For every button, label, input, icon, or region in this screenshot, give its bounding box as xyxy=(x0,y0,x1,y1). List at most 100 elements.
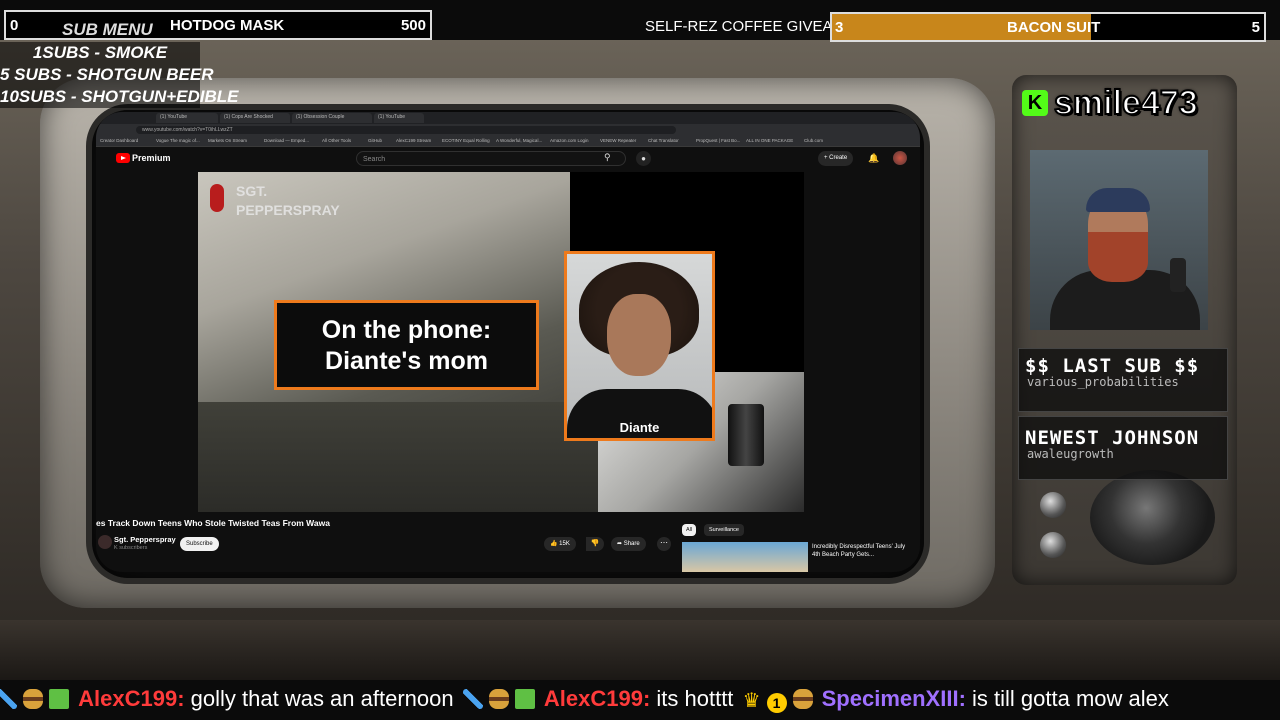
dislike-icon[interactable]: 👎 xyxy=(586,537,604,551)
goal-label: HOTDOG MASK xyxy=(170,17,285,34)
burger-emote xyxy=(488,689,509,709)
youtube-header: Premium Search ⚲ ● + Create 🔔 xyxy=(96,147,920,171)
goal-target: 500 xyxy=(400,17,426,34)
browser-window: (1) YouTube (1) Cops Are Shocked (1) Obs… xyxy=(96,112,920,572)
tv-small-knob xyxy=(1040,492,1066,518)
url-field[interactable]: www.youtube.com/watch?v=T0ihLLwzZT xyxy=(136,126,676,134)
crown-icon: ♛ xyxy=(742,690,761,712)
browser-tab-bar: (1) YouTube (1) Cops Are Shocked (1) Obs… xyxy=(96,112,920,124)
browser-address-bar: www.youtube.com/watch?v=T0ihLLwzZT xyxy=(96,124,920,136)
search-input[interactable]: Search xyxy=(356,151,626,166)
mugshot-name: Diante xyxy=(619,420,660,435)
gift-emote xyxy=(49,689,69,709)
webcam-person-hat xyxy=(1086,188,1150,212)
like-icon: 👍 xyxy=(550,541,558,547)
video-caption-box: On the phone: Diante's mom xyxy=(274,300,539,390)
bell-icon[interactable]: 🔔 xyxy=(868,153,879,164)
goal-current: 3 xyxy=(835,19,844,36)
chat-username[interactable]: AlexC199 xyxy=(544,686,643,711)
bookmark-item[interactable]: Vogue The magic of... xyxy=(156,138,200,143)
video-caption: On the phone: Diante's mom xyxy=(321,316,492,375)
chili-pepper-icon xyxy=(210,184,224,212)
browser-tab[interactable]: (1) YouTube xyxy=(374,113,424,123)
tv-small-knob xyxy=(1040,532,1066,558)
browser-tab[interactable]: (1) Obsession Couple xyxy=(292,113,372,123)
bookmark-item[interactable]: Download — Emped... xyxy=(264,138,309,143)
video-player[interactable]: SGT. PEPPERSPRAY On the phone: Diante's … xyxy=(198,172,804,512)
chip-all[interactable]: All xyxy=(682,524,697,536)
newest-johnson-value: awaleugrowth xyxy=(1027,447,1114,461)
tv-base xyxy=(0,620,1280,680)
browser-tab[interactable]: (1) Cops Are Shocked xyxy=(220,113,290,123)
video-title: es Track Down Teens Who Stole Twisted Te… xyxy=(96,518,330,528)
bookmark-item[interactable]: Chat Translator xyxy=(648,138,679,143)
tv-dial-knob xyxy=(1090,470,1215,565)
last-sub-value: various_probabilities xyxy=(1027,375,1179,389)
browser-tab[interactable]: (1) YouTube xyxy=(156,113,218,123)
streamer-name-plate: K smile473 xyxy=(1022,82,1199,124)
chat-username[interactable]: AlexC199 xyxy=(78,686,177,711)
youtube-logo-icon[interactable] xyxy=(116,153,130,163)
chat-message: is till gotta mow alex xyxy=(972,686,1169,711)
search-icon[interactable]: ⚲ xyxy=(604,152,611,163)
webcam-feed xyxy=(1030,150,1208,330)
chat-ticker-content: AlexC199: golly that was an afternoon Al… xyxy=(0,680,1169,716)
sub-badge-icon: 1 xyxy=(766,693,787,713)
bookmark-item[interactable]: Markets On Stream xyxy=(208,138,247,143)
create-button[interactable]: + Create xyxy=(818,151,854,166)
bookmark-item[interactable]: ALL IN ONE PACKAGE xyxy=(746,138,793,143)
last-sub-title: $$ LAST SUB $$ xyxy=(1025,355,1200,377)
bookmark-item[interactable]: All Other Tools xyxy=(322,138,351,143)
channel-name[interactable]: Sgt. Pepperspray xyxy=(114,535,176,544)
sword-emote xyxy=(462,689,483,709)
share-icon: ➦ xyxy=(617,541,623,547)
sword-emote xyxy=(0,689,17,709)
mic-icon[interactable]: ● xyxy=(636,151,651,166)
bookmark-item[interactable]: A Wonderful, Magical... xyxy=(496,138,542,143)
chat-ticker: AlexC199: golly that was an afternoon Al… xyxy=(0,680,1280,720)
bookmark-item[interactable]: PropQuest | Fast Bo... xyxy=(696,138,740,143)
submenu-item: 5 SUBS - SHOTGUN BEER xyxy=(0,65,214,84)
goal-current: 0 xyxy=(10,17,19,34)
chat-message: golly that was an afternoon xyxy=(190,686,454,711)
channel-subscriber-count: K subscribers xyxy=(114,545,148,551)
share-button[interactable]: ➦ Share xyxy=(611,537,646,551)
video-cup xyxy=(728,404,764,466)
submenu-item: 1SUBS - SMOKE xyxy=(32,43,168,62)
gift-emote xyxy=(514,689,535,709)
bookmark-item[interactable]: GitHub xyxy=(368,138,382,143)
goal-label: BACON SUIT xyxy=(1007,19,1101,36)
bookmark-item[interactable]: Amazon.com Login xyxy=(550,138,589,143)
avatar[interactable] xyxy=(893,151,907,165)
bookmark-item[interactable]: VENEW Repeater xyxy=(600,138,636,143)
bookmark-item[interactable]: ECOTINY Equal Rolling xyxy=(442,138,490,143)
chip-surveillance[interactable]: Surveillance xyxy=(704,524,744,536)
more-icon[interactable]: ⋯ xyxy=(657,537,671,551)
microphone-icon xyxy=(1170,258,1186,292)
mugshot-photo: Diante xyxy=(564,251,715,441)
recommended-thumbnail[interactable] xyxy=(682,542,808,572)
like-count: 15K xyxy=(559,541,570,547)
kick-logo-icon: K xyxy=(1022,90,1048,116)
create-label: Create xyxy=(829,155,848,161)
chat-username[interactable]: SpecimenXIII xyxy=(822,686,959,711)
webcam-person-beard xyxy=(1088,232,1148,282)
like-button[interactable]: 👍 15K xyxy=(544,537,576,551)
burger-emote xyxy=(792,689,813,709)
recommended-title[interactable]: Incredibly Disrespectful Teens' July 4th… xyxy=(812,543,912,559)
burger-emote xyxy=(23,689,43,709)
bookmarks-bar: Creator Dashboard Vogue The magic of... … xyxy=(96,136,920,147)
last-sub-box: $$ LAST SUB $$ various_probabilities xyxy=(1018,348,1228,412)
subscribe-button[interactable]: Subscribe xyxy=(180,537,219,551)
youtube-premium-label[interactable]: Premium xyxy=(132,153,171,163)
bookmark-item[interactable]: Club.com xyxy=(804,138,823,143)
bookmark-item[interactable]: Creator Dashboard xyxy=(100,138,138,143)
streamer-name: smile473 xyxy=(1053,83,1199,123)
video-watermark: SGT. PEPPERSPRAY xyxy=(236,183,340,218)
channel-avatar[interactable] xyxy=(98,535,112,549)
share-label: Share xyxy=(623,541,640,547)
submenu-title: SUB MENU xyxy=(62,20,153,39)
bookmark-item[interactable]: AlexC199 Stream xyxy=(396,138,431,143)
giveaway-text: SELF-REZ COFFEE GIVEAW. xyxy=(645,18,850,35)
newest-johnson-box: NEWEST JOHNSON awaleugrowth xyxy=(1018,416,1228,480)
